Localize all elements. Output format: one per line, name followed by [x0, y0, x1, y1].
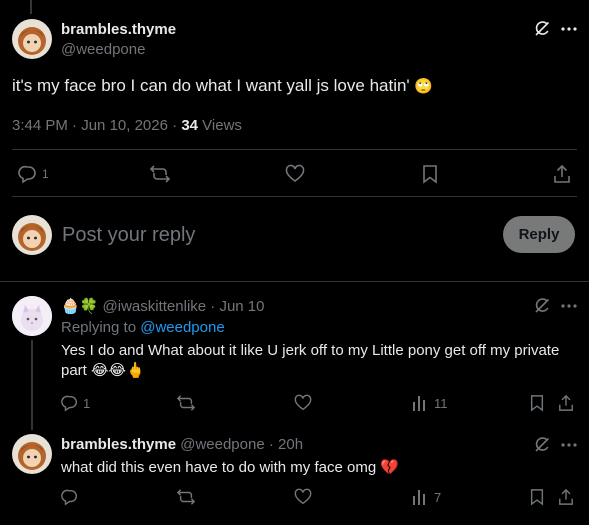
meta-separator: ·: [72, 117, 78, 134]
replying-to-label: Replying to: [61, 319, 137, 336]
repost-icon: [149, 165, 171, 183]
reply-time[interactable]: · 20h: [269, 436, 303, 453]
bookmark-icon: [530, 395, 544, 412]
thread-line-top: [30, 0, 32, 14]
like-button[interactable]: [294, 488, 312, 506]
reply-icon: [18, 165, 36, 184]
views-button[interactable]: 11: [412, 394, 448, 412]
reply-button[interactable]: 1: [18, 164, 49, 184]
reply-button[interactable]: [61, 488, 79, 506]
avatar[interactable]: [12, 434, 52, 474]
share-button[interactable]: [558, 488, 574, 506]
reply-header: brambles.thyme @weedpone · 20h: [61, 436, 303, 453]
broken-heart-emoji: 💔: [380, 459, 400, 476]
post-date[interactable]: Jun 10, 2026: [81, 117, 168, 134]
like-button[interactable]: [285, 164, 305, 184]
views-icon: [413, 490, 425, 505]
reply-icon: [61, 395, 77, 412]
repost-button[interactable]: [176, 394, 196, 412]
reply-count: 1: [42, 167, 49, 181]
reply-input[interactable]: Post your reply: [62, 224, 195, 247]
views-label: Views: [202, 117, 242, 134]
repost-icon: [176, 489, 196, 505]
grok-icon[interactable]: [533, 436, 551, 454]
like-button[interactable]: [294, 394, 312, 412]
repost-button[interactable]: [176, 488, 196, 506]
divider: [12, 149, 577, 150]
views-count: 34: [181, 117, 198, 134]
repost-button[interactable]: [149, 164, 171, 184]
post-time[interactable]: 3:44 PM: [12, 117, 68, 134]
bookmark-button[interactable]: [529, 394, 545, 412]
share-icon: [554, 164, 570, 183]
reply-button[interactable]: 1: [61, 394, 90, 412]
bookmark-button[interactable]: [529, 488, 545, 506]
display-name-emojis[interactable]: 🧁🍀: [61, 297, 98, 315]
divider: [12, 196, 577, 197]
avatar[interactable]: [12, 296, 52, 336]
views-count: 7: [434, 489, 442, 505]
views-button[interactable]: 7: [412, 488, 441, 506]
share-button[interactable]: [558, 394, 574, 412]
like-icon: [294, 394, 312, 411]
like-icon: [294, 488, 312, 505]
post-text-body: it's my face bro I can do what I want ya…: [12, 76, 410, 95]
reply-emojis: 😂😂🖕: [91, 362, 145, 379]
reply-text: what did this even have to do with my fa…: [61, 458, 399, 476]
thread-line: [31, 340, 33, 430]
handle[interactable]: @weedpone: [61, 41, 145, 58]
replying-to-handle[interactable]: @weedpone: [140, 319, 224, 336]
share-icon: [559, 394, 573, 411]
reply-text: Yes I do and What about it like U jerk o…: [61, 341, 571, 381]
face-emoji: 🙄: [414, 78, 434, 95]
reply-header: 🧁🍀 @iwaskittenlike · Jun 10: [61, 297, 265, 315]
bookmark-icon: [530, 489, 544, 506]
avatar[interactable]: [12, 19, 52, 59]
divider: [0, 281, 589, 282]
handle[interactable]: @iwaskittenlike: [103, 298, 207, 315]
bookmark-button[interactable]: [421, 164, 439, 184]
reply-text-body: what did this even have to do with my fa…: [61, 459, 377, 476]
grok-icon[interactable]: [533, 20, 551, 38]
handle[interactable]: @weedpone: [180, 436, 264, 453]
more-icon[interactable]: [560, 297, 578, 315]
more-icon[interactable]: [560, 20, 578, 38]
composer-avatar[interactable]: [12, 215, 52, 255]
post-meta: 3:44 PM · Jun 10, 2026 · 34 Views: [12, 117, 242, 134]
reply-icon: [61, 489, 77, 506]
replying-to: Replying to @weedpone: [61, 319, 225, 336]
views-count: 11: [434, 395, 448, 411]
share-button[interactable]: [553, 164, 571, 184]
bookmark-icon: [423, 165, 437, 184]
post-text: it's my face bro I can do what I want ya…: [12, 76, 433, 96]
meta-separator: ·: [172, 117, 178, 134]
reply-time[interactable]: · Jun 10: [210, 298, 264, 315]
reply-count: 1: [83, 395, 91, 411]
share-icon: [559, 488, 573, 505]
display-name[interactable]: brambles.thyme: [61, 436, 176, 453]
views-icon: [413, 396, 425, 411]
grok-icon[interactable]: [533, 297, 551, 315]
reply-submit-button[interactable]: Reply: [503, 216, 575, 253]
more-icon[interactable]: [560, 436, 578, 454]
repost-icon: [176, 395, 196, 411]
display-name[interactable]: brambles.thyme: [61, 21, 176, 38]
like-icon: [285, 164, 305, 182]
